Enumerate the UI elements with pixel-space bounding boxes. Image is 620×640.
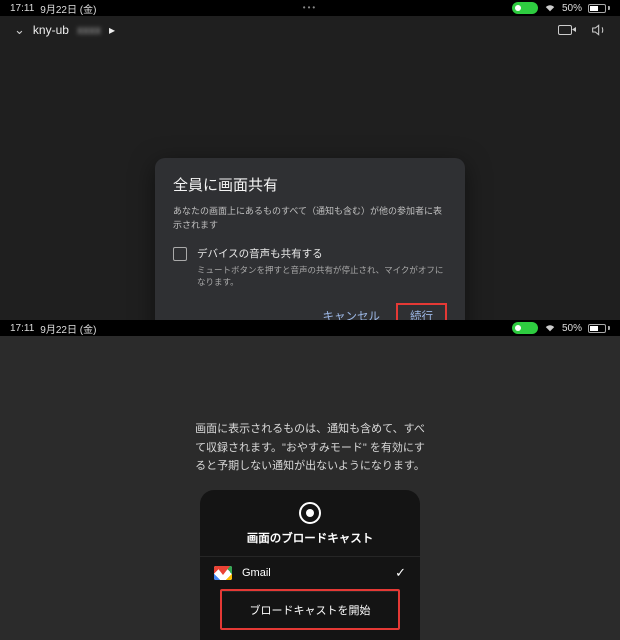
share-audio-checkbox[interactable] — [173, 247, 187, 261]
start-broadcast-button[interactable]: ブロードキャストを開始 — [222, 591, 398, 628]
status-bar: 17:11 9月22日 (金) ••• 50% — [0, 0, 620, 16]
battery-percent: 50% — [562, 323, 582, 334]
camera-icon[interactable] — [558, 25, 572, 35]
status-bar: 17:11 9月22日 (金) 50% — [0, 320, 620, 336]
app-selector-row[interactable]: Gmail ✓ — [200, 556, 420, 589]
checkbox-label: デバイスの音声も共有する — [197, 246, 447, 261]
recording-pill-icon — [512, 2, 538, 14]
speaker-icon[interactable] — [590, 22, 606, 38]
checkbox-note: ミュートボタンを押すと音声の共有が停止され、マイクがオフになります。 — [197, 264, 447, 288]
highlight-box: ブロードキャストを開始 — [220, 589, 400, 630]
battery-percent: 50% — [562, 3, 582, 14]
meeting-header: ⌄ kny-ub xxxx ▸ — [0, 16, 620, 44]
broadcast-screen: 17:11 9月22日 (金) 50% 画面に表示されるものは、通知も含めて、す… — [0, 320, 620, 640]
sheet-title: 画面のブロードキャスト — [200, 530, 420, 546]
broadcast-sheet: 画面のブロードキャスト Gmail ✓ ブロードキャストを開始 — [200, 490, 420, 640]
record-icon — [299, 502, 321, 524]
battery-icon — [588, 324, 610, 333]
dialog-description: あなたの画面上にあるものすべて（通知も含む）が他の参加者に表示されます — [173, 205, 447, 232]
check-icon: ✓ — [395, 565, 406, 581]
meeting-code-hidden: xxxx — [77, 23, 101, 37]
gmail-icon — [214, 566, 232, 580]
wifi-icon — [544, 323, 556, 333]
app-name: Gmail — [242, 567, 385, 579]
chevron-down-icon[interactable]: ⌄ — [14, 22, 25, 38]
status-time: 17:11 — [10, 3, 34, 14]
notch-icon: ••• — [303, 3, 317, 12]
screen-share-confirm: 17:11 9月22日 (金) ••• 50% ⌄ kny-ub xxxx ▸ … — [0, 0, 620, 320]
dialog-title: 全員に画面共有 — [173, 174, 447, 195]
wifi-icon — [544, 3, 556, 13]
status-date: 9月22日 (金) — [40, 1, 96, 16]
broadcast-info-text: 画面に表示されるものは、通知も含めて、すべて収録されます。"おやすみモード" を… — [190, 420, 430, 476]
breadcrumb-continue: ▸ — [109, 23, 115, 37]
recording-pill-icon — [512, 322, 538, 334]
battery-icon — [588, 4, 610, 13]
share-dialog: 全員に画面共有 あなたの画面上にあるものすべて（通知も含む）が他の参加者に表示さ… — [155, 158, 465, 344]
status-date: 9月22日 (金) — [40, 321, 96, 336]
status-time: 17:11 — [10, 323, 34, 334]
meeting-code: kny-ub — [33, 23, 69, 37]
